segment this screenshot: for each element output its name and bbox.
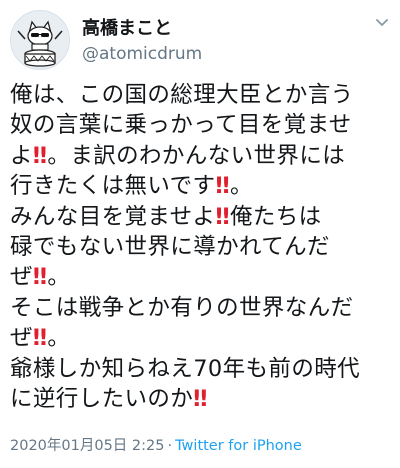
double-exclamation-icon: ‼: [215, 203, 230, 230]
tweet-text-segment: 。ま訳のわかんない世界には 行きたくは無いです: [10, 142, 346, 200]
meta-separator: ·: [167, 438, 173, 454]
tweet-text: 俺は、この国の総理大臣とか言う 奴の言葉に乗っかって目を覚ませ よ‼。ま訳のわか…: [10, 80, 395, 414]
double-exclamation-icon: ‼: [32, 142, 48, 169]
cat-drummer-avatar-icon: [17, 20, 63, 67]
double-exclamation-icon: ‼: [215, 173, 230, 200]
avatar[interactable]: [10, 10, 70, 70]
tweet-text-segment: 。 爺様しか知らねえ70年も前の時代 に逆行したいのか: [10, 325, 361, 413]
tweet-timestamp[interactable]: 2020年01月05日 2:25: [10, 438, 164, 454]
chevron-down-icon[interactable]: [374, 14, 390, 30]
tweet-source-link[interactable]: Twitter for iPhone: [175, 438, 302, 454]
tweet-meta: 2020年01月05日 2:25 · Twitter for iPhone: [10, 434, 302, 455]
double-exclamation-icon: ‼: [32, 325, 48, 352]
user-handle[interactable]: @atomicdrum: [82, 44, 202, 64]
tweet-card: 高橋まこと @atomicdrum 俺は、この国の総理大臣とか言う 奴の言葉に乗…: [0, 0, 400, 468]
double-exclamation-icon: ‼: [32, 264, 48, 291]
display-name[interactable]: 高橋まこと: [82, 14, 172, 40]
double-exclamation-icon: ‼: [193, 386, 208, 413]
tweet-header: 高橋まこと @atomicdrum: [10, 8, 390, 72]
